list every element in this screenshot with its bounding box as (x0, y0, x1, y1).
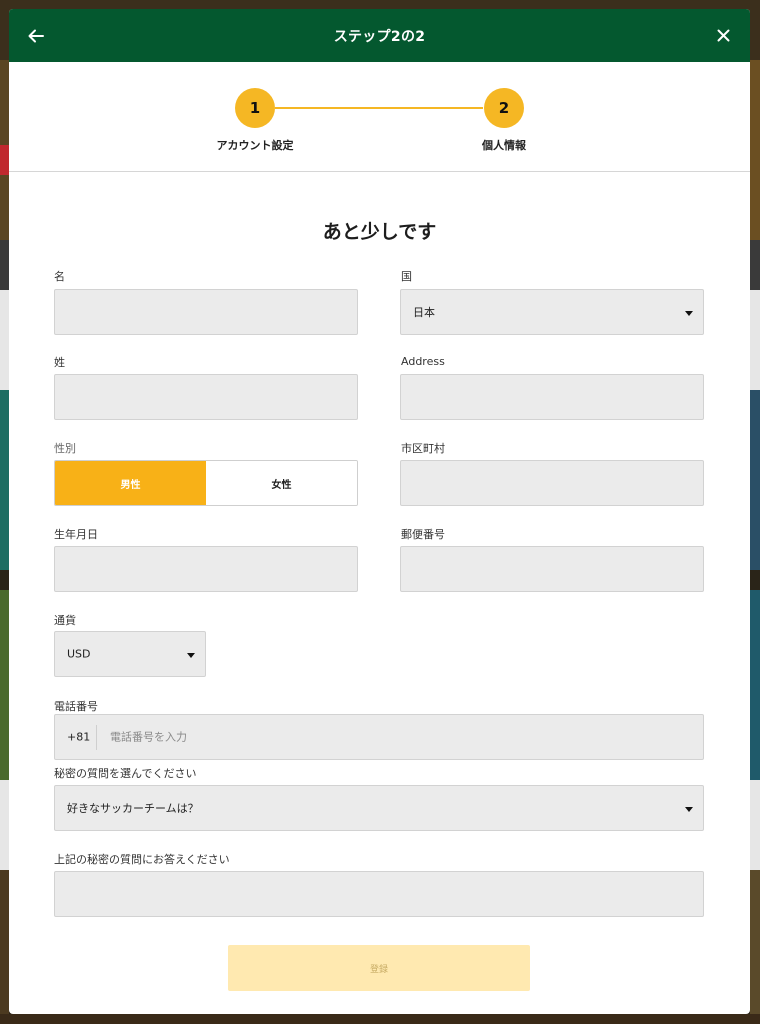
register-button[interactable]: 登録 (228, 945, 530, 991)
gender-toggle: 男性 女性 (54, 460, 358, 506)
modal-header: ステップ2の2 (9, 9, 750, 62)
country-label: 国 (401, 270, 412, 283)
currency-value: USD (67, 647, 91, 661)
phone-divider (96, 725, 97, 750)
postal-code-label: 郵便番号 (401, 528, 445, 541)
progress-stepper: 1 アカウント設定 2 個人情報 (9, 62, 750, 172)
step-1-number: 1 (235, 88, 275, 128)
postal-code-field[interactable] (400, 546, 704, 592)
step-2-number: 2 (484, 88, 524, 128)
caret-down-icon (685, 807, 693, 812)
close-button[interactable] (697, 9, 750, 62)
first-name-field[interactable] (54, 289, 358, 335)
security-question-value: 好きなサッカーチームは？ (67, 802, 199, 815)
security-question-label: 秘密の質問を選んでください (54, 767, 197, 780)
birthdate-field[interactable] (54, 546, 358, 592)
last-name-field[interactable] (54, 374, 358, 420)
form-heading: あと少しです (322, 221, 437, 243)
phone-input[interactable] (110, 730, 610, 744)
step-2-label: 個人情報 (482, 139, 526, 152)
last-name-label: 姓 (54, 356, 65, 369)
address-label: Address (401, 355, 445, 368)
city-field[interactable] (400, 460, 704, 506)
currency-select[interactable]: USD (54, 631, 206, 677)
city-label: 市区町村 (401, 442, 445, 455)
phone-label: 電話番号 (54, 700, 98, 713)
first-name-label: 名 (54, 270, 65, 283)
country-select[interactable]: 日本 (400, 289, 704, 335)
modal-title: ステップ2の2 (333, 28, 426, 45)
gender-option-female[interactable]: 女性 (206, 461, 357, 505)
phone-field: +81 (54, 714, 704, 760)
gender-label: 性別 (54, 442, 76, 455)
country-value: 日本 (413, 306, 435, 319)
currency-label: 通貨 (54, 614, 76, 627)
caret-down-icon (685, 311, 693, 316)
security-answer-field[interactable] (54, 871, 704, 917)
gender-option-male[interactable]: 男性 (55, 461, 206, 505)
caret-down-icon (187, 653, 195, 658)
close-icon (717, 29, 730, 42)
arrow-left-icon (28, 29, 44, 42)
back-button[interactable] (9, 9, 62, 62)
phone-country-code[interactable]: +81 (67, 731, 90, 744)
registration-modal: ステップ2の2 1 アカウント設定 2 個人情報 あと少しです 名 姓 性別 男… (9, 9, 750, 1014)
step-1: 1 アカウント設定 (195, 88, 315, 153)
birthdate-label: 生年月日 (54, 528, 98, 541)
security-answer-label: 上記の秘密の質問にお答えください (54, 853, 230, 866)
address-field[interactable] (400, 374, 704, 420)
step-2: 2 個人情報 (444, 88, 564, 153)
step-1-label: アカウント設定 (216, 139, 294, 152)
security-question-select[interactable]: 好きなサッカーチームは？ (54, 785, 704, 831)
